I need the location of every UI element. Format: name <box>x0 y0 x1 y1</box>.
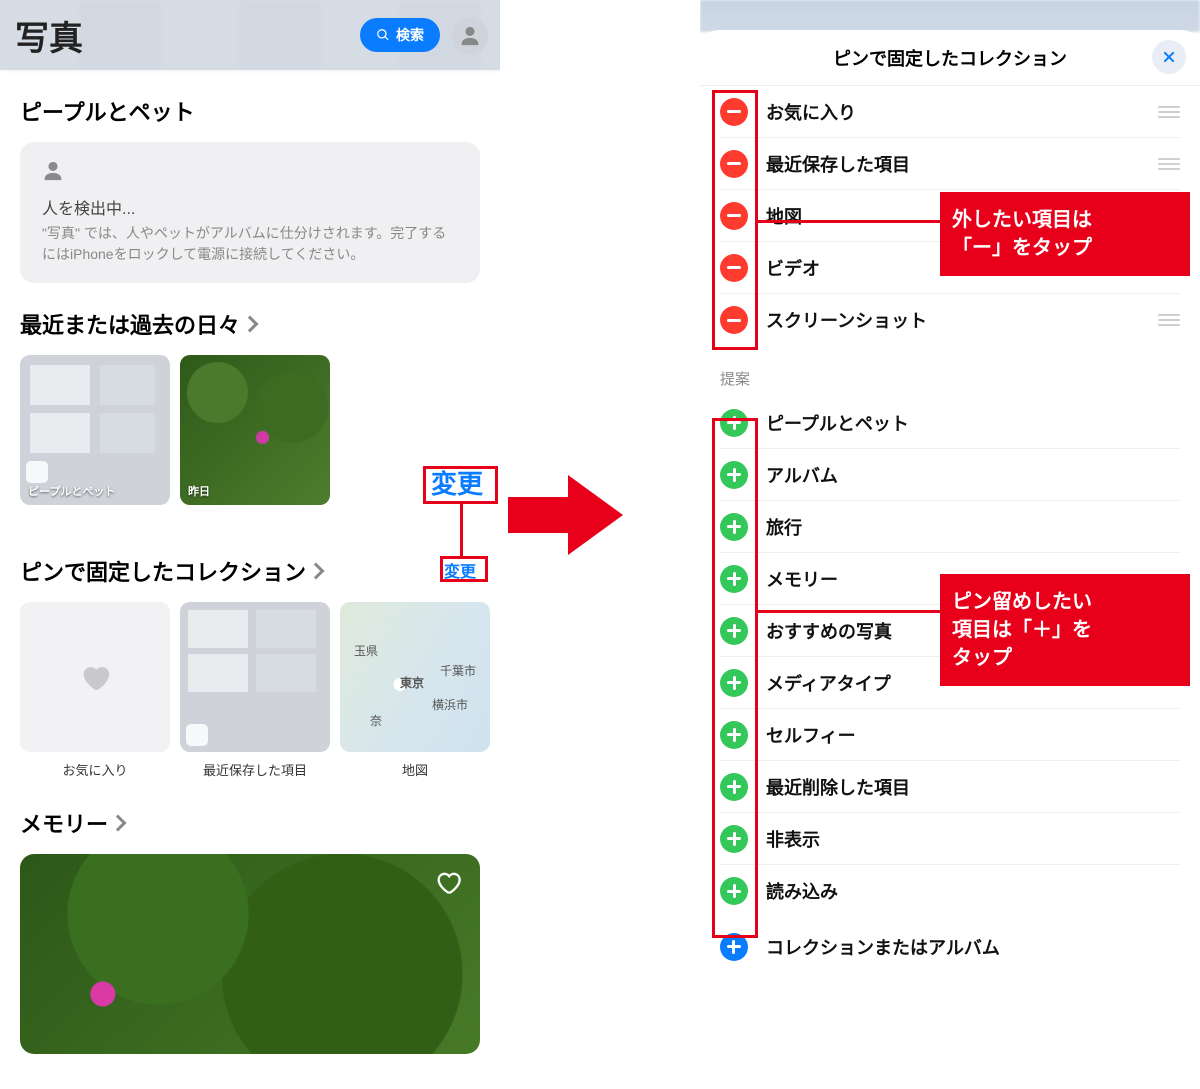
phone-right: ピンで固定したコレクション お気に入り最近保存した項目地図ビデオスクリーンショッ… <box>700 0 1200 1089</box>
thumb-badge-icon <box>26 461 48 483</box>
suggestion-item-row: ピープルとペット <box>720 397 1180 449</box>
thumb-caption: ピープルとペット <box>28 483 115 499</box>
row-label: おすすめの写真 <box>766 618 892 644</box>
row-label: アルバム <box>766 462 838 488</box>
search-button[interactable]: 検索 <box>360 18 440 52</box>
row-label: 旅行 <box>766 514 802 540</box>
person-icon <box>42 160 64 182</box>
row-label: ビデオ <box>766 255 820 281</box>
detect-card-title: 人を検出中... <box>42 195 458 219</box>
left-body: ピープルとペット 人を検出中... "写真" では、人やペットがアルバムに仕分け… <box>0 95 500 1054</box>
section-days-title[interactable]: 最近または過去の日々 <box>20 308 480 340</box>
pinned-edit-sheet: ピンで固定したコレクション お気に入り最近保存した項目地図ビデオスクリーンショッ… <box>700 30 1200 1089</box>
memory-tile[interactable] <box>20 854 480 1054</box>
header: 写真 検索 <box>0 0 500 70</box>
suggestion-item-row: 読み込み <box>720 865 1180 917</box>
row-label: セルフィー <box>766 722 856 748</box>
days-thumbs: ピープルとペット 昨日 <box>20 355 480 505</box>
detect-card-body: "写真" では、人やペットがアルバムに仕分けされます。完了するにはiPhoneを… <box>42 223 458 265</box>
pinned-caption: 地図 <box>402 760 428 779</box>
pinned-caption: お気に入り <box>62 760 127 779</box>
section-people-title: ピープルとペット <box>20 95 480 127</box>
heart-outline-icon[interactable] <box>434 868 462 896</box>
annotation-box-minus <box>712 90 758 350</box>
app-title: 写真 <box>15 11 83 60</box>
heart-icon <box>78 660 112 694</box>
search-icon <box>376 28 390 42</box>
chevron-right-icon <box>308 563 325 580</box>
sheet-title: ピンで固定したコレクション <box>833 45 1067 71</box>
map-labels: 玉県 東京 千葉市 横浜市 奈 <box>340 602 490 752</box>
row-label: 最近削除した項目 <box>766 774 910 800</box>
pinned-item-row: 最近保存した項目 <box>720 138 1180 190</box>
row-label: 地図 <box>766 203 802 229</box>
suggestion-item-row: セルフィー <box>720 709 1180 761</box>
thumb-people-and-pets[interactable]: ピープルとペット <box>20 355 170 505</box>
favorites-thumb <box>20 602 170 752</box>
add-collection-label: コレクションまたはアルバム <box>766 934 1000 960</box>
add-collection-row[interactable]: コレクションまたはアルバム <box>700 917 1200 961</box>
suggestions-header: 提案 <box>700 346 1200 397</box>
close-icon <box>1161 49 1177 65</box>
annotation-note-remove: 外したい項目は 「ー」をタップ <box>940 192 1190 276</box>
section-memory-title[interactable]: メモリー <box>20 807 480 839</box>
drag-handle-icon[interactable] <box>1158 158 1180 170</box>
annotation-note-add: ピン留めしたい 項目は「＋」を タップ <box>940 574 1190 686</box>
row-label: スクリーンショット <box>766 307 927 333</box>
thumb-yesterday[interactable]: 昨日 <box>180 355 330 505</box>
suggestion-item-row: 最近削除した項目 <box>720 761 1180 813</box>
pinned-map[interactable]: 玉県 東京 千葉市 横浜市 奈 地図 <box>340 602 490 779</box>
pinned-row: お気に入り 最近保存した項目 玉県 東京 千葉市 横浜市 奈 <box>20 602 480 779</box>
drag-handle-icon[interactable] <box>1158 314 1180 326</box>
row-label: 非表示 <box>766 826 820 852</box>
pinned-recent-saved[interactable]: 最近保存した項目 <box>180 602 330 779</box>
annotation-connector <box>460 504 463 556</box>
row-label: ピープルとペット <box>766 410 909 436</box>
annotation-connector-plus <box>758 610 940 613</box>
phone-left: 写真 検索 ピープルとペット 人を検出中... "写真" では、人やペットがアル… <box>0 0 500 1089</box>
person-icon <box>459 25 481 47</box>
row-label: メモリー <box>766 566 838 592</box>
people-detect-card: 人を検出中... "写真" では、人やペットがアルバムに仕分けされます。完了する… <box>20 142 480 283</box>
chevron-right-icon <box>110 815 127 832</box>
thumb-caption: 昨日 <box>188 483 210 499</box>
row-label: メディアタイプ <box>766 670 891 696</box>
suggestion-item-row: 旅行 <box>720 501 1180 553</box>
search-label: 検索 <box>396 25 424 45</box>
row-label: お気に入り <box>766 99 856 125</box>
thumb-badge-icon <box>186 724 208 746</box>
row-label: 読み込み <box>766 878 838 904</box>
chevron-right-icon <box>242 316 259 333</box>
row-label: 最近保存した項目 <box>766 151 910 177</box>
pinned-favorites[interactable]: お気に入り <box>20 602 170 779</box>
pinned-item-row: お気に入り <box>720 86 1180 138</box>
pinned-item-row: スクリーンショット <box>720 294 1180 346</box>
pinned-caption: 最近保存した項目 <box>203 760 307 779</box>
recent-thumb <box>180 602 330 752</box>
sheet-header: ピンで固定したコレクション <box>700 30 1200 86</box>
change-button-small[interactable]: 変更 <box>444 558 476 582</box>
drag-handle-icon[interactable] <box>1158 106 1180 118</box>
annotation-box-plus <box>712 418 758 938</box>
close-button[interactable] <box>1152 40 1186 74</box>
profile-button[interactable] <box>452 18 488 54</box>
arrow-right-icon <box>508 475 628 555</box>
suggestion-item-row: アルバム <box>720 449 1180 501</box>
sheet-behind-blur <box>700 0 1200 32</box>
suggestion-item-row: 非表示 <box>720 813 1180 865</box>
annotation-connector-minus <box>758 220 940 223</box>
change-button-large[interactable]: 変更 <box>427 469 487 499</box>
section-pinned-title[interactable]: ピンで固定したコレクション <box>20 555 480 587</box>
map-thumb: 玉県 東京 千葉市 横浜市 奈 <box>340 602 490 752</box>
